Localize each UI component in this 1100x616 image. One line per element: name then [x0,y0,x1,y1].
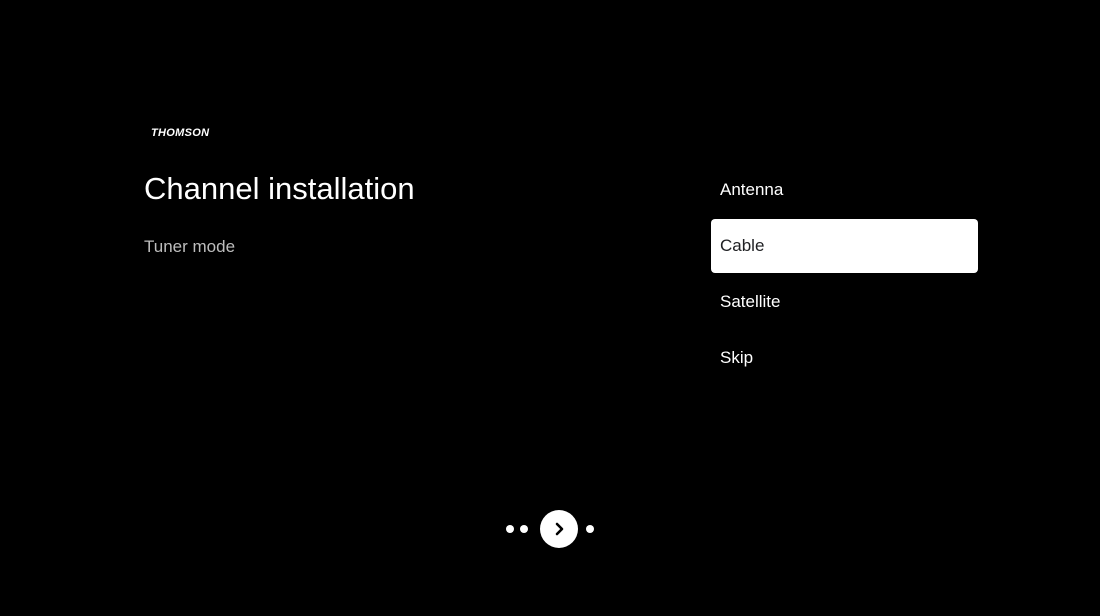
page-title: Channel installation [144,171,415,206]
option-skip[interactable]: Skip [711,331,978,385]
step-pager [506,509,594,549]
option-label: Cable [720,236,765,255]
tuner-mode-list: Antenna Cable Satellite Skip [711,163,978,387]
step-dot [506,525,514,533]
option-cable[interactable]: Cable [711,219,978,273]
step-dot [586,525,594,533]
option-label: Antenna [720,180,784,199]
option-label: Satellite [720,292,781,311]
next-button[interactable] [540,510,578,548]
brand-logo: THOMSON [151,127,210,139]
step-dot [520,525,528,533]
option-label: Skip [720,348,754,367]
chevron-right-icon [555,522,564,536]
page-subtitle: Tuner mode [144,237,236,256]
setup-screen: THOMSON Channel installation Tuner mode … [6,6,1094,610]
option-satellite[interactable]: Satellite [711,275,978,329]
option-antenna[interactable]: Antenna [711,163,978,217]
